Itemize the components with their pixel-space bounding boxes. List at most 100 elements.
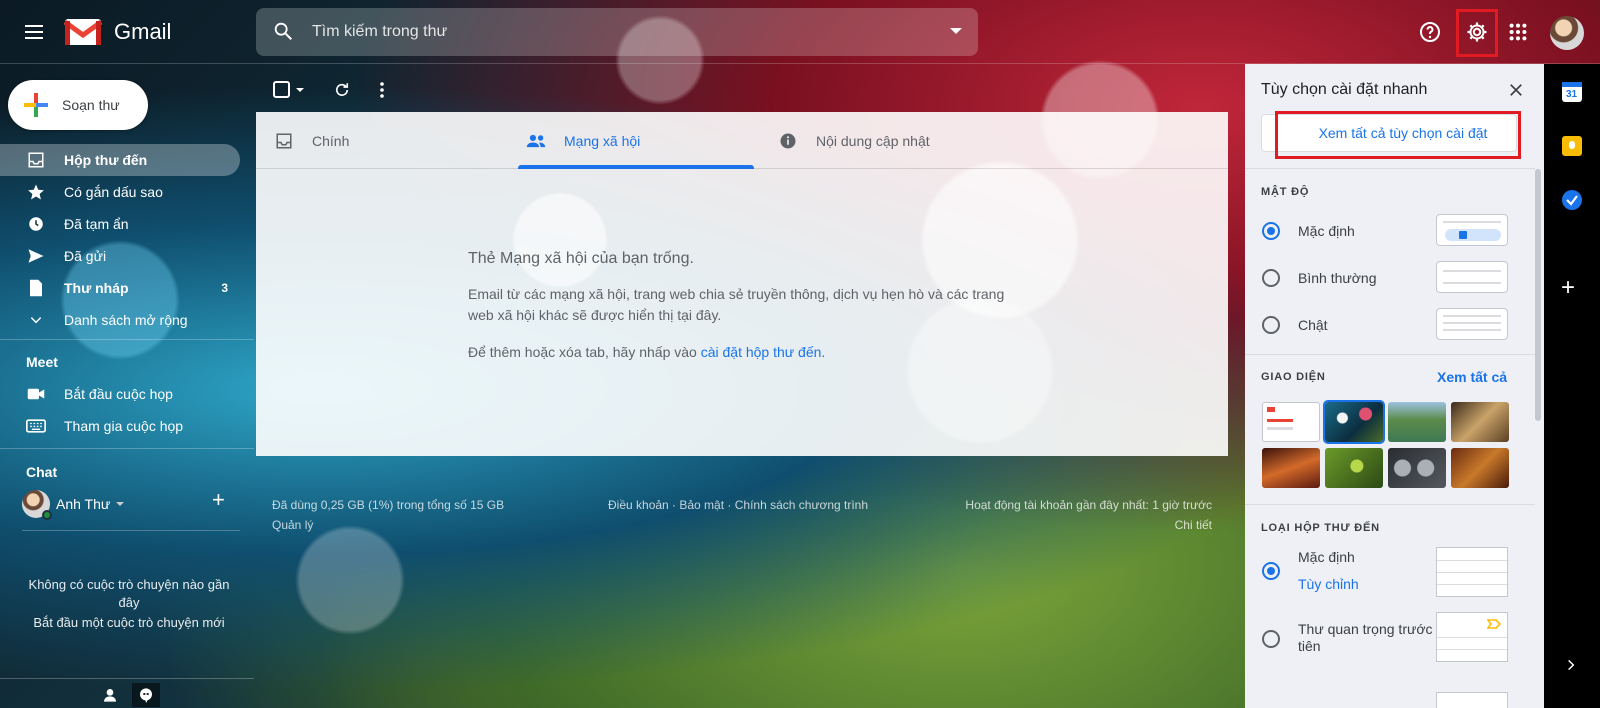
sidebar-item-label: Danh sách mở rộng [64,312,188,328]
sidebar-nav: Hộp thư đến Có gắn dấu sao Đã tạm ẩn Đã … [0,144,240,336]
search-bar[interactable]: Tìm kiếm trong thư [256,8,978,56]
inbox-next-preview [1436,692,1508,708]
compose-plus-icon [24,93,48,117]
density-default-radio[interactable] [1262,222,1280,240]
help-icon[interactable] [1414,16,1446,48]
more-options-icon[interactable] [370,78,394,102]
refresh-icon[interactable] [330,78,354,102]
sidebar-item-inbox[interactable]: Hộp thư đến [0,144,240,176]
inbox-type-section-title: LOẠI HỘP THƯ ĐẾN [1261,522,1380,534]
add-addon-plus-icon[interactable]: + [1561,274,1575,302]
storage-usage: Đã dùng 0,25 GB (1%) trong tổng số 15 GB [272,498,505,512]
sidebar-item-label: Có gắn dấu sao [64,184,163,200]
apps-grid-icon[interactable] [1502,16,1534,48]
hangouts-bottom-bar [0,678,254,708]
theme-section-title: GIAO DIỆN [1261,371,1326,383]
search-input[interactable]: Tìm kiếm trong thư [312,23,447,41]
chat-bubble-icon[interactable] [132,683,160,707]
tasks-icon[interactable] [1562,190,1582,210]
inbox-customize-link[interactable]: Tùy chỉnh [1298,576,1359,592]
inbox-important-first-label: Thư quan trọng trước tiên [1298,621,1433,654]
activity-details-link[interactable]: Chi tiết [954,518,1212,532]
tab-social[interactable]: Mạng xã hội [526,112,640,169]
density-comfortable-radio[interactable] [1262,269,1280,287]
last-activity: Hoạt động tài khoản gần đây nhất: 1 giờ … [965,498,1212,512]
inbox-tabs: Chính Mạng xã hội Nội dung cập nhật [256,112,1228,169]
star-icon [26,182,46,202]
meet-join-meeting[interactable]: Tham gia cuộc họp [0,410,240,442]
expand-panel-chevron-icon[interactable] [1564,658,1578,672]
search-icon[interactable] [272,20,294,42]
top-bar: Gmail Tìm kiếm trong thư [0,0,1600,64]
theme-autumn[interactable] [1451,448,1509,488]
inbox-important-first-radio[interactable] [1262,630,1280,648]
inbox-important-preview [1436,612,1508,662]
quick-settings-panel: Tùy chọn cài đặt nhanh Xem tất cả tùy ch… [1245,64,1544,708]
inbox-default-preview [1436,547,1508,597]
inbox-settings-link[interactable]: cài đặt hộp thư đến [701,344,822,360]
tab-label: Chính [312,132,350,149]
app-name: Gmail [114,19,172,44]
inbox-tab-icon [274,131,294,151]
active-tab-indicator [518,165,754,169]
hint-suffix: . [821,344,826,360]
density-section-title: MẬT ĐỘ [1261,186,1310,198]
qs-divider [1245,354,1535,355]
calendar-icon[interactable]: 31 [1562,82,1582,102]
search-options-icon[interactable] [950,28,962,34]
tab-primary[interactable]: Chính [274,112,349,169]
empty-state-description: Email từ các mạng xã hội, trang web chia… [468,286,1005,323]
sidebar-item-starred[interactable]: Có gắn dấu sao [0,176,240,208]
density-comfortable-label: Bình thường [1298,270,1377,286]
meet-item-label: Bắt đầu cuộc họp [64,386,173,402]
chat-user-name: Anh Thư [56,496,111,512]
keep-icon[interactable] [1562,136,1582,156]
meet-start-meeting[interactable]: Bắt đầu cuộc họp [0,378,240,410]
empty-state-title: Thẻ Mạng xã hội của bạn trống. [468,250,694,267]
theme-default[interactable] [1262,402,1320,442]
sidebar-item-more[interactable]: Danh sách mở rộng [0,304,240,336]
close-icon[interactable] [1507,81,1527,101]
see-all-themes-link[interactable]: Xem tất cả [1437,369,1507,385]
info-icon [778,131,798,151]
theme-bokeh[interactable] [1323,400,1385,444]
inbox-default-radio[interactable] [1262,562,1280,580]
chat-start-new-link[interactable]: Bắt đầu một cuộc trò chuyện mới [20,614,238,632]
theme-canyon[interactable] [1262,448,1320,488]
select-all-checkbox[interactable] [272,78,306,102]
quick-settings-scrollbar[interactable] [1535,169,1541,421]
compose-button[interactable]: Soạn thư [8,80,148,130]
contacts-person-icon[interactable] [96,683,124,707]
keyboard-icon [26,416,46,436]
side-panel: 31 + [1544,64,1600,708]
density-compact-radio[interactable] [1262,316,1280,334]
meet-section-title: Meet [26,354,58,370]
theme-leaf[interactable] [1325,448,1383,488]
chat-status-caret-icon[interactable] [116,502,125,506]
footer-policy-links[interactable]: Điều khoản · Bảo mật · Chính sách chương… [608,498,868,512]
meet-item-label: Tham gia cuộc họp [64,418,184,434]
chevron-down-icon [26,310,46,330]
theme-chess[interactable] [1451,402,1509,442]
theme-landscape[interactable] [1388,402,1446,442]
inbox-panel: Chính Mạng xã hội Nội dung cập nhật Thẻ … [256,112,1228,456]
gmail-logo[interactable]: Gmail [64,17,171,47]
sidebar-item-drafts[interactable]: Thư nháp 3 [0,272,240,304]
theme-bubbles[interactable] [1388,448,1446,488]
new-chat-plus-icon[interactable]: + [212,487,225,513]
tab-updates[interactable]: Nội dung cập nhật [778,112,930,169]
account-avatar[interactable] [1550,16,1584,50]
sidebar-item-sent[interactable]: Đã gửi [0,240,240,272]
clock-icon [26,214,46,234]
manage-storage-link[interactable]: Quản lý [272,518,313,532]
main-menu-icon[interactable] [22,20,46,44]
chat-user[interactable]: Anh Thư [22,490,125,520]
tab-label: Mạng xã hội [564,132,641,149]
empty-state-hint: Để thêm hoặc xóa tab, hãy nhấp vào cài đ… [468,344,825,360]
sidebar-divider [0,448,254,449]
quick-settings-title: Tùy chọn cài đặt nhanh [1261,81,1428,98]
density-comfortable-preview [1436,261,1508,293]
sidebar-item-snoozed[interactable]: Đã tạm ẩn [0,208,240,240]
drafts-count: 3 [221,281,228,295]
inbox-icon [26,150,46,170]
